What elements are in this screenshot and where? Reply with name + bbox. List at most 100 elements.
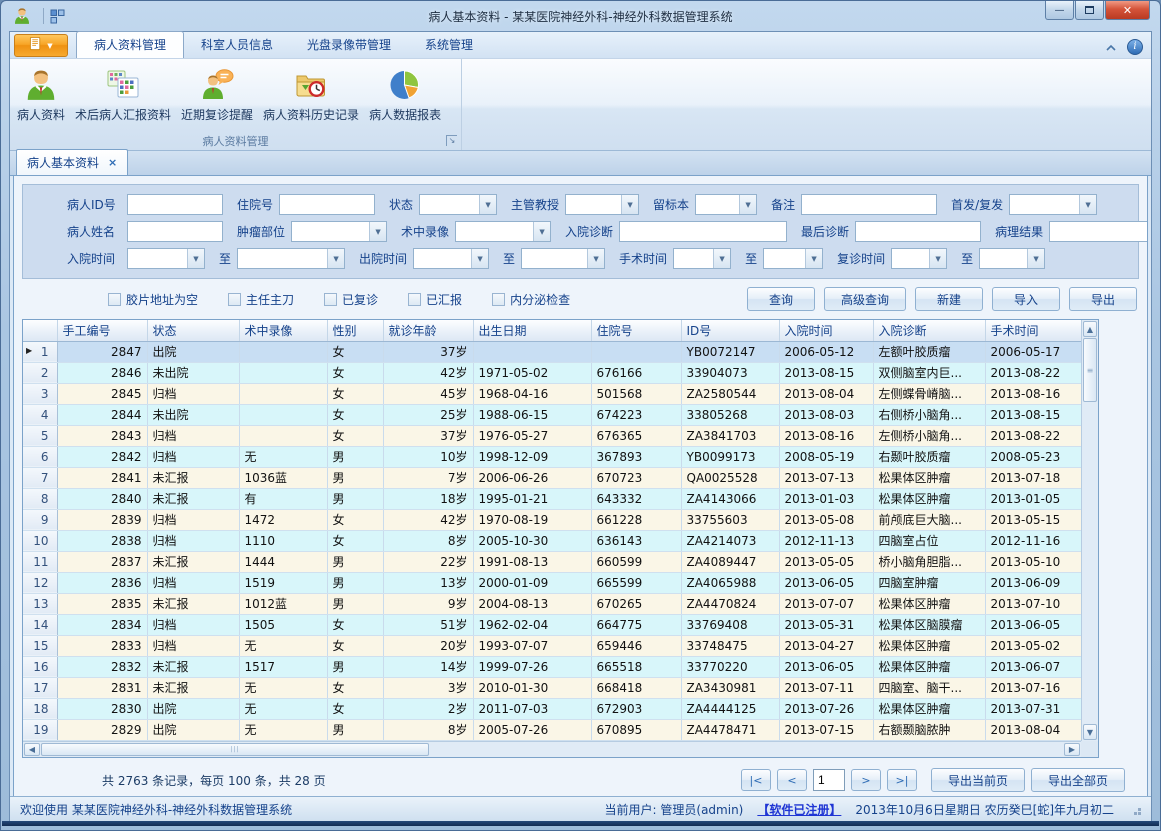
cell[interactable]: 661228 [591, 509, 681, 530]
filter-input-pathology-result[interactable] [1049, 221, 1148, 242]
cell[interactable]: 2013-07-18 [985, 467, 1081, 488]
dialog-launcher-icon[interactable]: ↘ [446, 135, 457, 146]
cell[interactable]: 18岁 [383, 488, 473, 509]
cell[interactable] [239, 425, 327, 446]
cell[interactable] [239, 362, 327, 383]
cell[interactable]: 女 [327, 677, 383, 698]
table-row[interactable]: 52843归档女37岁1976-05-27676365ZA38417032013… [23, 425, 1081, 446]
table-row[interactable]: 152833归档无女20岁1993-07-0765944633748475201… [23, 635, 1081, 656]
row-header[interactable]: 9 [23, 509, 57, 530]
cell[interactable]: 右颞叶胶质瘤 [873, 446, 985, 467]
cell[interactable]: 未出院 [147, 362, 239, 383]
chevron-down-icon[interactable]: ▼ [1079, 195, 1096, 214]
cell[interactable]: 2832 [57, 656, 147, 677]
cell[interactable]: 42岁 [383, 362, 473, 383]
row-header[interactable]: ▶1 [23, 341, 57, 362]
chevron-down-icon[interactable]: ▼ [1027, 249, 1044, 268]
cell[interactable]: 22岁 [383, 551, 473, 572]
cell[interactable]: 男 [327, 551, 383, 572]
ribbon-tab-disc-video-mgmt[interactable]: 光盘录像带管理 [290, 32, 408, 58]
column-header[interactable] [23, 320, 57, 341]
cell[interactable] [239, 404, 327, 425]
prev-page-button[interactable]: < [777, 769, 807, 791]
row-header[interactable]: 4 [23, 404, 57, 425]
title-bar[interactable]: 病人基本资料 - 某某医院神经外科-神经外科数据管理系统 — ✕ [9, 1, 1152, 31]
table-row[interactable]: 72841未汇报1036蓝男7岁2006-06-26670723QA002552… [23, 467, 1081, 488]
cell[interactable]: ZA4444125 [681, 698, 779, 719]
row-header[interactable]: 6 [23, 446, 57, 467]
cell[interactable]: 未汇报 [147, 467, 239, 488]
info-icon[interactable]: i [1127, 39, 1143, 55]
cell[interactable]: 2013-05-02 [985, 635, 1081, 656]
cell[interactable]: 2013-08-03 [779, 404, 873, 425]
cell[interactable]: ZA4214073 [681, 530, 779, 551]
filter-input-patient-id[interactable] [127, 194, 223, 215]
cell[interactable]: 2834 [57, 614, 147, 635]
cell[interactable]: 女 [327, 509, 383, 530]
filter-input-inpatient-no[interactable] [279, 194, 375, 215]
cell[interactable]: QA0025528 [681, 467, 779, 488]
cell[interactable]: 367893 [591, 446, 681, 467]
filter-combo-admit-to[interactable]: ▼ [237, 248, 345, 269]
cell[interactable]: 1998-12-09 [473, 446, 591, 467]
filter-combo-status[interactable]: ▼ [419, 194, 497, 215]
cell[interactable]: 1472 [239, 509, 327, 530]
cell[interactable]: 归档 [147, 572, 239, 593]
row-header[interactable]: 7 [23, 467, 57, 488]
cell[interactable]: 无 [239, 635, 327, 656]
cell[interactable]: 无 [239, 719, 327, 740]
filter-input-remarks[interactable] [801, 194, 937, 215]
scroll-left-icon[interactable]: ◀ [24, 743, 40, 756]
cell[interactable]: 2011-07-03 [473, 698, 591, 719]
column-header[interactable]: 住院号 [591, 320, 681, 341]
cell[interactable]: 男 [327, 593, 383, 614]
cell[interactable]: 2836 [57, 572, 147, 593]
import-button[interactable]: 导入 [992, 287, 1060, 311]
chevron-down-icon[interactable]: ▼ [929, 249, 946, 268]
cell[interactable]: 33755603 [681, 509, 779, 530]
scroll-down-icon[interactable]: ▼ [1083, 724, 1097, 740]
cell[interactable]: 松果体区肿瘤 [873, 635, 985, 656]
filter-combo-admit-from[interactable]: ▼ [127, 248, 205, 269]
scroll-up-icon[interactable]: ▲ [1083, 321, 1097, 337]
cell[interactable]: 左侧蝶骨嵴脑... [873, 383, 985, 404]
cell[interactable]: 3岁 [383, 677, 473, 698]
cell[interactable]: 女 [327, 698, 383, 719]
chevron-down-icon[interactable]: ▼ [621, 195, 638, 214]
close-button[interactable]: ✕ [1105, 1, 1150, 20]
row-header[interactable]: 17 [23, 677, 57, 698]
cell[interactable]: ZA4470824 [681, 593, 779, 614]
chevron-down-icon[interactable]: ▼ [369, 222, 386, 241]
table-row[interactable]: 102838归档1110女8岁2005-10-30636143ZA4214073… [23, 530, 1081, 551]
filter-combo-intraop-video[interactable]: ▼ [455, 221, 551, 242]
chevron-down-icon[interactable]: ▼ [805, 249, 822, 268]
resize-grip-icon[interactable] [1138, 812, 1141, 815]
cell[interactable]: 2000-01-09 [473, 572, 591, 593]
cell[interactable] [473, 341, 591, 362]
vertical-scrollbar[interactable]: ▲ ≡ ▼ [1081, 320, 1098, 741]
cell[interactable]: 1519 [239, 572, 327, 593]
cell[interactable]: 8岁 [383, 530, 473, 551]
cell[interactable]: 女 [327, 425, 383, 446]
filter-input-final-dx[interactable] [855, 221, 981, 242]
filter-combo-chief-professor[interactable]: ▼ [565, 194, 639, 215]
cell[interactable]: 676365 [591, 425, 681, 446]
cell[interactable]: 2013-08-16 [779, 425, 873, 446]
row-header[interactable]: 18 [23, 698, 57, 719]
cell[interactable]: 1110 [239, 530, 327, 551]
chevron-down-icon[interactable]: ▼ [471, 249, 488, 268]
chevron-down-icon[interactable]: ▼ [713, 249, 730, 268]
chevron-down-icon[interactable]: ▼ [327, 249, 344, 268]
query-button[interactable]: 查询 [747, 287, 815, 311]
table-row[interactable]: 22846未出院女42岁1971-05-02676166339040732013… [23, 362, 1081, 383]
checkbox-followed-up[interactable]: 已复诊 [324, 291, 378, 308]
cell[interactable]: 未汇报 [147, 551, 239, 572]
row-header[interactable]: 13 [23, 593, 57, 614]
cell[interactable]: 女 [327, 635, 383, 656]
cell[interactable]: 归档 [147, 530, 239, 551]
cell[interactable]: 676166 [591, 362, 681, 383]
cell[interactable]: 2847 [57, 341, 147, 362]
cell[interactable]: 2013-01-03 [779, 488, 873, 509]
table-row[interactable]: ▶12847出院女37岁YB00721472006-05-12左额叶胶质瘤200… [23, 341, 1081, 362]
tab-patient-basic-info[interactable]: 病人基本资料 × [16, 149, 128, 175]
